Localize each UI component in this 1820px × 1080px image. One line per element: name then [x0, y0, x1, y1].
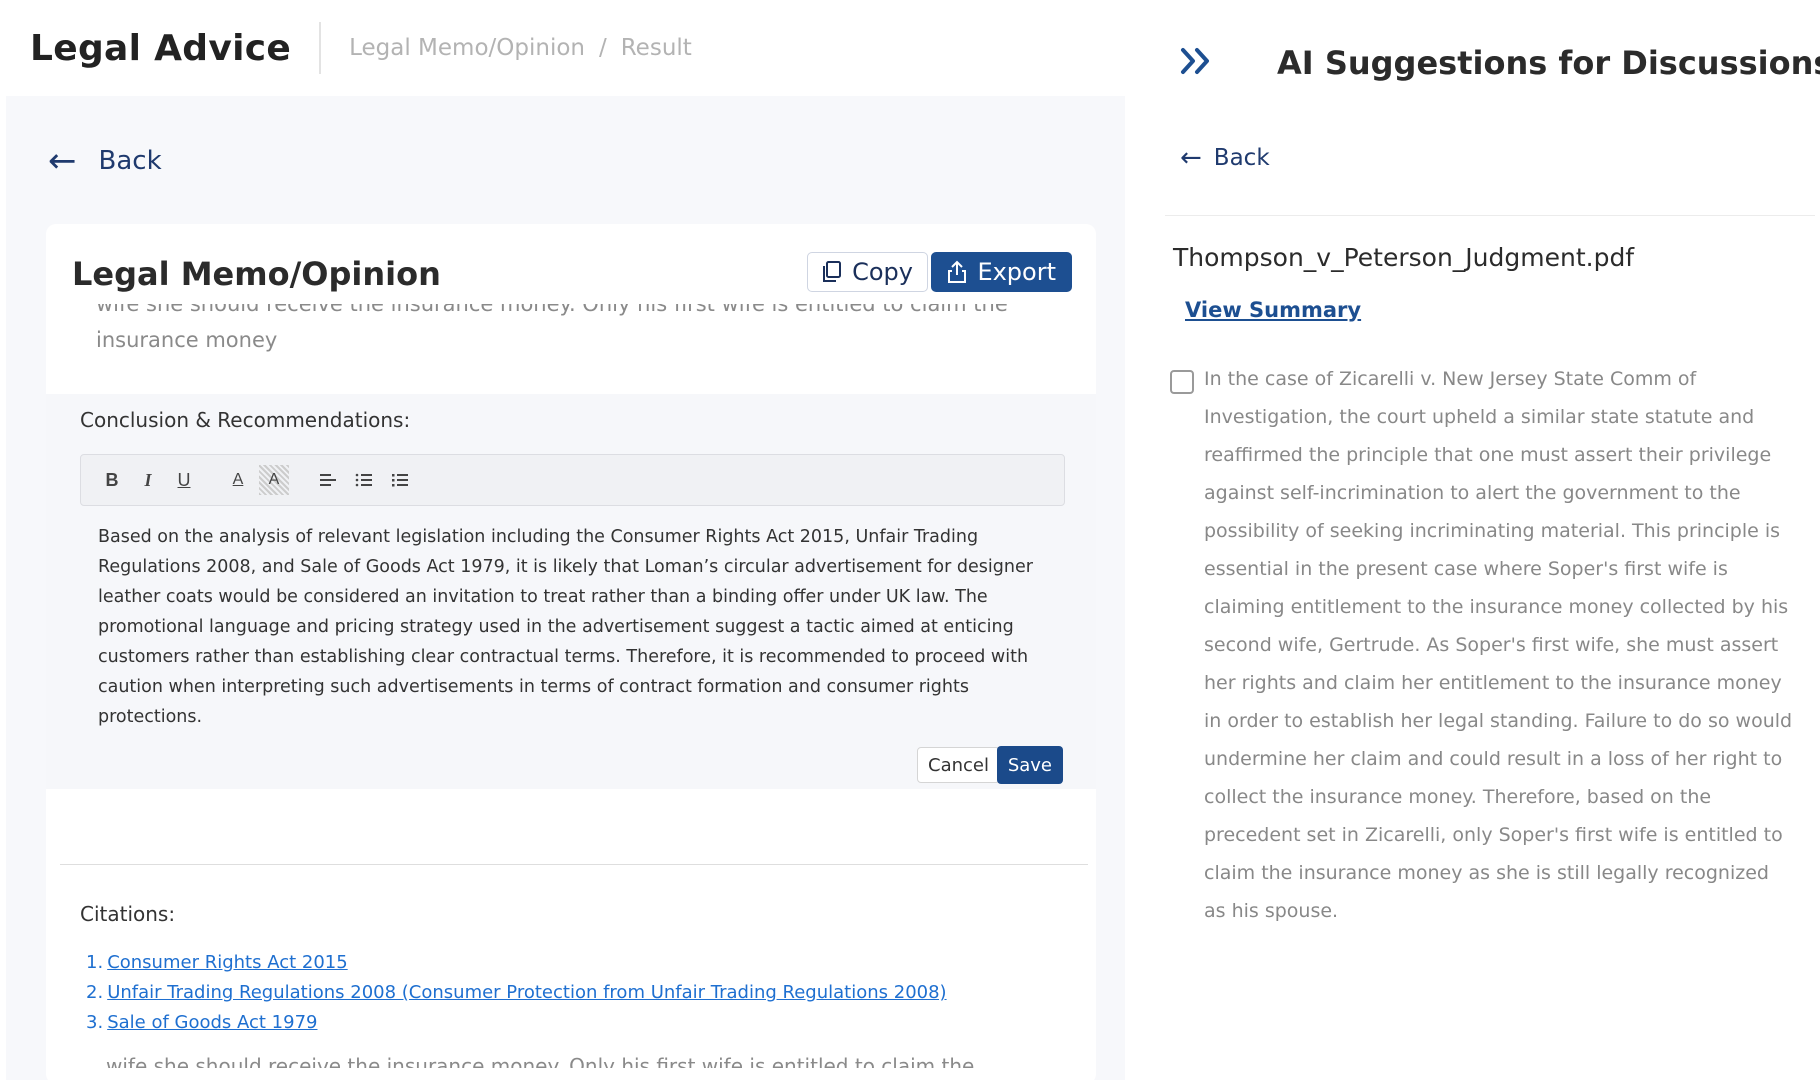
memo-card: wife she should receive the insurance mo…	[46, 224, 1096, 1080]
ordered-list-icon[interactable]	[349, 465, 379, 495]
suggestion-item: In the case of Zicarelli v. New Jersey S…	[1170, 360, 1810, 930]
citation-number: 1.	[86, 952, 104, 973]
export-label: Export	[977, 258, 1056, 286]
bold-button[interactable]: B	[97, 465, 127, 495]
bullet-list-icon[interactable]	[385, 465, 415, 495]
section-divider	[60, 864, 1088, 865]
conclusion-label: Conclusion & Recommendations:	[80, 408, 411, 432]
clipped-line-2: insurance money	[96, 328, 278, 352]
top-bar: Legal Advice Legal Memo/Opinion / Result	[0, 0, 1125, 96]
panel-back-button[interactable]: ← Back	[1180, 145, 1270, 171]
align-left-icon[interactable]	[313, 465, 343, 495]
copy-button[interactable]: Copy	[807, 252, 928, 292]
memo-header: Legal Memo/Opinion Copy Export	[46, 224, 1096, 324]
main-content: ← Back wife she should receive the insur…	[6, 96, 1125, 1080]
clipped-bottom-text: wife she should receive the insurance mo…	[106, 1054, 975, 1068]
back-label: Back	[1213, 145, 1270, 171]
save-button[interactable]: Save	[996, 746, 1063, 784]
citations-label: Citations:	[80, 902, 176, 926]
citation-link[interactable]: Consumer Rights Act 2015	[107, 948, 348, 978]
arrow-left-icon: ←	[1180, 143, 1202, 173]
title-divider	[319, 22, 322, 74]
left-panel: Legal Advice Legal Memo/Opinion / Result…	[0, 0, 1125, 1080]
copy-icon	[823, 261, 842, 282]
cancel-button[interactable]: Cancel	[917, 747, 1000, 783]
citation-link[interactable]: Unfair Trading Regulations 2008 (Consume…	[107, 978, 946, 1008]
memo-title: Legal Memo/Opinion	[72, 255, 441, 293]
citation-link[interactable]: Sale of Goods Act 1979	[107, 1008, 317, 1038]
breadcrumb-separator: /	[598, 35, 607, 61]
back-label: Back	[98, 146, 162, 176]
conclusion-editor[interactable]: Based on the analysis of relevant legisl…	[98, 522, 1058, 732]
conclusion-editor-section: Conclusion & Recommendations: B I U A A	[46, 394, 1096, 789]
copy-label: Copy	[852, 258, 913, 286]
breadcrumb: Legal Memo/Opinion / Result	[349, 35, 692, 61]
collapse-panel-icon[interactable]	[1180, 46, 1214, 85]
citation-number: 2.	[86, 982, 104, 1003]
breadcrumb-item-result: Result	[620, 35, 692, 61]
citation-item: 3. Sale of Goods Act 1979	[86, 1008, 947, 1038]
back-button[interactable]: ← Back	[48, 144, 162, 178]
citation-item: 1. Consumer Rights Act 2015	[86, 948, 947, 978]
citation-item: 2. Unfair Trading Regulations 2008 (Consu…	[86, 978, 947, 1008]
view-summary-link[interactable]: View Summary	[1185, 298, 1361, 322]
share-icon	[948, 260, 967, 283]
ai-suggestions-panel: AI Suggestions for Discussions ← Back Th…	[1125, 0, 1820, 1080]
suggestion-text: In the case of Zicarelli v. New Jersey S…	[1204, 368, 1793, 922]
italic-button[interactable]: I	[133, 465, 163, 495]
editor-toolbar: B I U A A	[80, 454, 1065, 506]
suggestion-checkbox[interactable]	[1170, 370, 1194, 394]
font-color-button[interactable]: A	[223, 465, 253, 495]
citation-number: 3.	[86, 1012, 104, 1033]
export-button[interactable]: Export	[931, 252, 1072, 292]
arrow-left-icon: ←	[48, 141, 77, 181]
underline-button[interactable]: U	[169, 465, 199, 495]
breadcrumb-item-memo[interactable]: Legal Memo/Opinion	[349, 35, 585, 61]
panel-title: AI Suggestions for Discussions	[1277, 44, 1820, 82]
file-name: Thompson_v_Peterson_Judgment.pdf	[1173, 243, 1635, 272]
app-title: Legal Advice	[30, 27, 292, 69]
panel-divider	[1165, 215, 1815, 216]
citations-list: 1. Consumer Rights Act 2015 2. Unfair Trad…	[86, 948, 947, 1038]
highlight-button[interactable]: A	[259, 465, 289, 495]
